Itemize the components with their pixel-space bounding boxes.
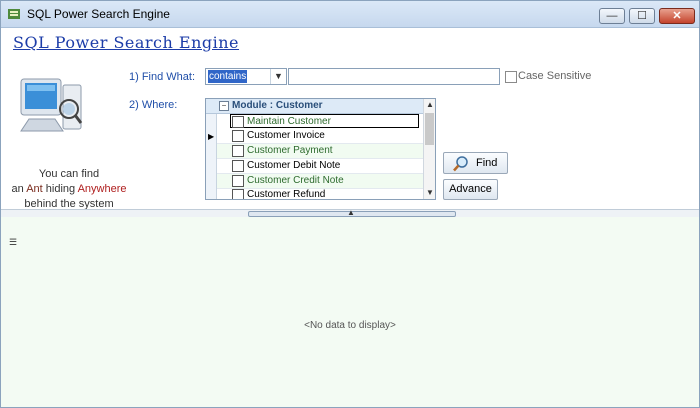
tagline-anywhere: Anywhere: [77, 183, 127, 195]
tagline: You can find an Ant hiding Anywhere behi…: [9, 167, 129, 212]
chevron-up-icon[interactable]: ▲: [347, 208, 355, 217]
list-item[interactable]: Customer Payment: [217, 144, 423, 159]
chevron-up-icon[interactable]: ▲: [424, 99, 435, 111]
title-bar[interactable]: SQL Power Search Engine — ☐ ✕: [1, 1, 699, 28]
minimize-icon: —: [606, 10, 618, 22]
item-label: Customer Credit Note: [247, 175, 344, 186]
tagline-ant: Ant: [26, 183, 43, 195]
tagline-hiding: hiding: [42, 183, 78, 195]
scroll-thumb[interactable]: [425, 113, 434, 145]
case-sensitive-checkbox[interactable]: [505, 71, 517, 83]
item-label: Customer Payment: [247, 145, 333, 156]
case-sensitive-label[interactable]: Case Sensitive: [518, 70, 591, 82]
tagline-prefix: an: [11, 183, 27, 195]
computer-search-icon: [20, 78, 83, 132]
close-button[interactable]: ✕: [659, 8, 695, 24]
item-checkbox[interactable]: [232, 116, 244, 128]
match-mode-select[interactable]: contains ▼: [205, 68, 287, 85]
list-item[interactable]: Customer Invoice: [217, 129, 423, 144]
grid-scrollbar[interactable]: ▲ ▼: [423, 99, 435, 199]
results-panel[interactable]: ☰ <No data to display>: [1, 217, 699, 407]
item-checkbox[interactable]: [232, 145, 244, 157]
find-button[interactable]: Find: [443, 152, 508, 174]
find-what-label: 1) Find What:: [129, 71, 196, 83]
group-header[interactable]: − Module : Customer: [206, 99, 423, 114]
list-item[interactable]: Customer Credit Note: [217, 174, 423, 189]
column-chooser-icon[interactable]: ☰: [9, 237, 17, 248]
collapse-icon[interactable]: −: [219, 101, 229, 111]
where-label: 2) Where:: [129, 99, 178, 111]
item-checkbox[interactable]: [232, 130, 244, 142]
item-checkbox[interactable]: [232, 160, 244, 172]
empty-results-text: <No data to display>: [304, 320, 396, 331]
current-row-icon: ▶: [208, 132, 215, 141]
find-button-label: Find: [476, 157, 498, 169]
close-icon: ✕: [672, 10, 682, 22]
maximize-icon: ☐: [637, 10, 647, 22]
item-label: Customer Invoice: [247, 130, 325, 141]
item-checkbox[interactable]: [232, 189, 244, 199]
chevron-down-icon[interactable]: ▼: [270, 69, 286, 84]
tagline-line1: You can find: [38, 168, 100, 180]
magnifier-icon: [453, 156, 468, 172]
item-checkbox[interactable]: [232, 175, 244, 187]
list-item[interactable]: Maintain Customer: [230, 114, 419, 128]
app-window: SQL Power Search Engine — ☐ ✕ SQL Power …: [0, 0, 700, 408]
row-indicator-column: ▶: [206, 114, 217, 199]
module-grid[interactable]: − Module : Customer ▶ Maintain Customer …: [205, 98, 436, 200]
item-label: Customer Refund: [247, 189, 326, 200]
match-mode-value: contains: [208, 70, 248, 83]
search-input[interactable]: [288, 68, 500, 85]
minimize-button[interactable]: —: [599, 8, 625, 24]
page-title: SQL Power Search Engine: [13, 33, 240, 52]
app-icon: [8, 9, 20, 19]
item-label: Customer Debit Note: [247, 160, 341, 171]
list-item[interactable]: Customer Refund: [217, 188, 423, 200]
list-item[interactable]: Customer Debit Note: [217, 159, 423, 174]
maximize-button[interactable]: ☐: [629, 8, 655, 24]
tagline-line2: an Ant hiding Anywhere: [9, 182, 129, 197]
chevron-down-icon[interactable]: ▼: [424, 187, 435, 199]
advance-button[interactable]: Advance: [443, 179, 498, 200]
window-title: SQL Power Search Engine: [27, 7, 170, 21]
group-label: Module : Customer: [232, 100, 323, 111]
item-label: Maintain Customer: [247, 116, 331, 127]
